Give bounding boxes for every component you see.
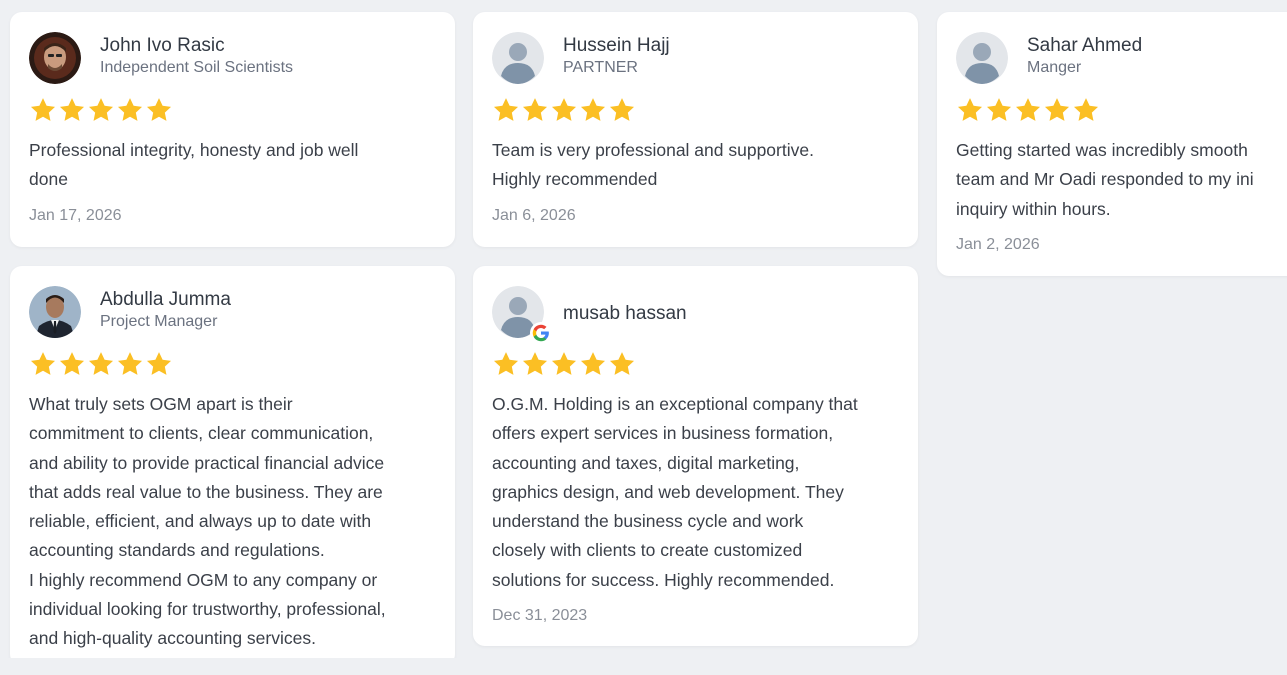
avatar bbox=[492, 286, 552, 344]
reviewer-name: Hussein Hajj bbox=[563, 35, 670, 56]
star-icon bbox=[59, 98, 85, 121]
review-text: What truly sets OGM apart is their commi… bbox=[29, 394, 386, 649]
review-header: musab hassan bbox=[492, 286, 900, 344]
review-date: Dec 31, 2023 bbox=[492, 607, 588, 625]
star-icon bbox=[146, 98, 172, 121]
bottom-edge bbox=[0, 658, 1287, 675]
star-icon bbox=[580, 98, 606, 121]
star-rating bbox=[29, 96, 437, 126]
review-text: Getting started was incredibly smooth te… bbox=[956, 140, 1254, 219]
star-icon bbox=[522, 352, 548, 375]
review-header: John Ivo Rasic Independent Soil Scientis… bbox=[29, 32, 437, 84]
avatar bbox=[29, 286, 81, 338]
reviewer-photo-avatar bbox=[29, 32, 81, 84]
review-header: Abdulla Jumma Project Manager bbox=[29, 286, 437, 338]
review-date: Jan 17, 2026 bbox=[29, 206, 122, 224]
reviewer-name: Sahar Ahmed bbox=[1027, 35, 1143, 56]
star-icon bbox=[522, 98, 548, 121]
review-card: Hussein Hajj PARTNER Team is very profes… bbox=[473, 12, 918, 247]
star-icon bbox=[493, 352, 519, 375]
review-header: Sahar Ahmed Manger bbox=[956, 32, 1287, 84]
reviewer-role: PARTNER bbox=[563, 59, 638, 76]
star-icon bbox=[609, 352, 635, 375]
reviewer-info: musab hassan bbox=[563, 286, 687, 325]
reviewer-info: Abdulla Jumma Project Manager bbox=[100, 286, 231, 332]
star-icon bbox=[117, 98, 143, 121]
star-icon bbox=[609, 98, 635, 121]
reviews-grid: John Ivo Rasic Independent Soil Scientis… bbox=[0, 0, 1287, 675]
review-date: Jan 6, 2026 bbox=[492, 206, 576, 224]
star-rating bbox=[956, 96, 1287, 126]
star-icon bbox=[1015, 98, 1041, 121]
reviewer-photo-avatar bbox=[29, 286, 81, 338]
star-icon bbox=[88, 352, 114, 375]
review-card: John Ivo Rasic Independent Soil Scientis… bbox=[10, 12, 455, 247]
star-icon bbox=[1073, 98, 1099, 121]
star-icon bbox=[30, 98, 56, 121]
review-header: Hussein Hajj PARTNER bbox=[492, 32, 900, 84]
review-card: Sahar Ahmed Manger Getting started was i… bbox=[937, 12, 1287, 276]
reviewer-name: musab hassan bbox=[563, 303, 687, 324]
reviewer-role: Project Manager bbox=[100, 313, 218, 330]
star-icon bbox=[986, 98, 1012, 121]
star-icon bbox=[551, 98, 577, 121]
reviewer-role: Independent Soil Scientists bbox=[100, 59, 294, 76]
star-icon bbox=[59, 352, 85, 375]
review-card: musab hassan O.G.M. Holding is an except… bbox=[473, 266, 918, 646]
reviewer-info: Hussein Hajj PARTNER bbox=[563, 32, 670, 78]
review-text: Professional integrity, honesty and job … bbox=[29, 140, 359, 190]
review-date: Jan 2, 2026 bbox=[956, 235, 1040, 253]
star-icon bbox=[1044, 98, 1070, 121]
star-icon bbox=[117, 352, 143, 375]
google-icon bbox=[530, 322, 552, 344]
star-rating bbox=[29, 350, 437, 380]
review-text: O.G.M. Holding is an exceptional company… bbox=[492, 394, 858, 590]
default-avatar-icon bbox=[492, 32, 544, 84]
star-rating bbox=[492, 96, 900, 126]
default-avatar-icon bbox=[956, 32, 1008, 84]
star-icon bbox=[30, 352, 56, 375]
reviewer-info: Sahar Ahmed Manger bbox=[1027, 32, 1142, 78]
reviewer-info: John Ivo Rasic Independent Soil Scientis… bbox=[100, 32, 293, 78]
star-icon bbox=[146, 352, 172, 375]
star-icon bbox=[551, 352, 577, 375]
star-icon bbox=[493, 98, 519, 121]
star-icon bbox=[88, 98, 114, 121]
review-text: Team is very professional and supportive… bbox=[492, 140, 814, 190]
avatar bbox=[492, 32, 544, 84]
reviewer-name: John Ivo Rasic bbox=[100, 35, 225, 56]
avatar bbox=[29, 32, 81, 84]
reviewer-role: Manger bbox=[1027, 59, 1082, 76]
avatar bbox=[956, 32, 1008, 84]
star-rating bbox=[492, 350, 900, 380]
reviewer-name: Abdulla Jumma bbox=[100, 289, 231, 310]
review-card: Abdulla Jumma Project Manager What truly… bbox=[10, 266, 455, 666]
star-icon bbox=[580, 352, 606, 375]
star-icon bbox=[957, 98, 983, 121]
